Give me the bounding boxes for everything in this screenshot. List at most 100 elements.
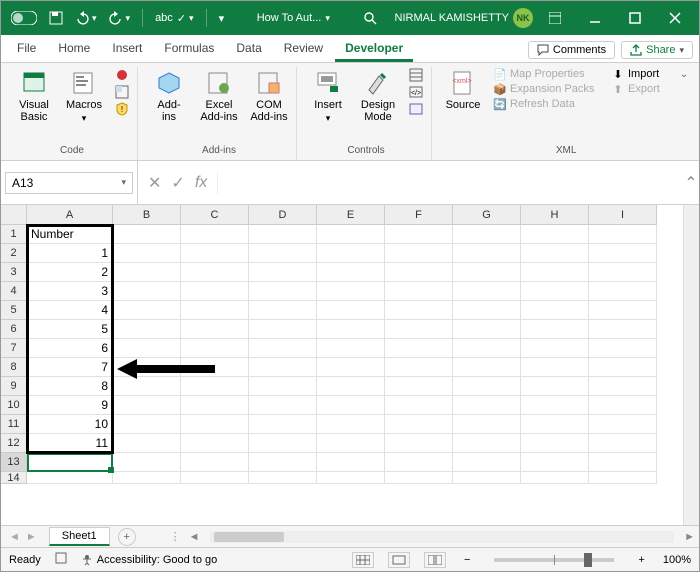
visual-basic-button[interactable]: Visual Basic	[13, 67, 55, 125]
fx-icon[interactable]: fx	[195, 174, 207, 192]
view-code-icon[interactable]: </>	[407, 84, 425, 100]
tab-review[interactable]: Review	[274, 36, 333, 62]
cell-A12[interactable]: 11	[27, 434, 113, 453]
redo-button[interactable]: ▾	[105, 9, 135, 27]
use-relative-icon[interactable]	[113, 84, 131, 100]
zoom-level[interactable]: 100%	[663, 554, 691, 566]
row-12[interactable]: 12	[1, 434, 27, 453]
col-A[interactable]: A	[27, 205, 113, 225]
close-button[interactable]	[657, 1, 693, 35]
excel-addins-button[interactable]: Excel Add-ins	[198, 67, 240, 125]
refresh-data-button[interactable]: 🔄Refresh Data	[492, 97, 602, 111]
formula-input[interactable]	[218, 165, 683, 201]
row-1[interactable]: 1	[1, 225, 27, 244]
addins-button[interactable]: Add- ins	[148, 67, 190, 125]
source-button[interactable]: <xml> Source	[442, 67, 484, 113]
row-4[interactable]: 4	[1, 282, 27, 301]
insert-controls-button[interactable]: Insert ▾	[307, 67, 349, 126]
cell-A6[interactable]: 5	[27, 320, 113, 339]
maximize-button[interactable]	[617, 1, 653, 35]
name-box[interactable]: A13 ▾	[5, 172, 133, 194]
cell-A5[interactable]: 4	[27, 301, 113, 320]
tab-data[interactable]: Data	[226, 36, 271, 62]
spellcheck-icon[interactable]: abc✓▾	[151, 10, 198, 27]
row-13[interactable]: 13	[1, 453, 27, 472]
cell-A9[interactable]: 8	[27, 377, 113, 396]
add-sheet-button[interactable]: +	[118, 528, 136, 546]
row-11[interactable]: 11	[1, 415, 27, 434]
ribbon-collapse-icon[interactable]: ⌄	[678, 67, 690, 82]
vertical-scrollbar[interactable]	[683, 205, 699, 525]
hscroll-right-icon[interactable]: ►	[680, 531, 699, 543]
macro-record-status-icon[interactable]	[55, 552, 67, 567]
row-8[interactable]: 8	[1, 358, 27, 377]
sheet-next-icon[interactable]: ►	[26, 531, 37, 543]
avatar[interactable]: NK	[513, 8, 533, 28]
comments-button[interactable]: Comments	[528, 41, 615, 59]
accept-formula-icon[interactable]: ✓	[171, 173, 184, 193]
col-E[interactable]: E	[317, 205, 385, 225]
row-2[interactable]: 2	[1, 244, 27, 263]
com-addins-button[interactable]: COM Add-ins	[248, 67, 290, 125]
row-6[interactable]: 6	[1, 320, 27, 339]
run-dialog-icon[interactable]	[407, 101, 425, 117]
cell-A10[interactable]: 9	[27, 396, 113, 415]
cancel-formula-icon[interactable]: ✕	[148, 173, 161, 193]
col-H[interactable]: H	[521, 205, 589, 225]
tab-formulas[interactable]: Formulas	[154, 36, 224, 62]
design-mode-button[interactable]: Design Mode	[357, 67, 399, 125]
macro-security-icon[interactable]: !	[113, 101, 131, 117]
tab-insert[interactable]: Insert	[102, 36, 152, 62]
sheet-tab-1[interactable]: Sheet1	[49, 527, 110, 546]
ribbon-options-icon[interactable]	[537, 1, 573, 35]
cell-A3[interactable]: 2	[27, 263, 113, 282]
tab-developer[interactable]: Developer	[335, 36, 413, 62]
row-3[interactable]: 3	[1, 263, 27, 282]
record-macro-icon[interactable]	[113, 67, 131, 83]
macros-button[interactable]: Macros ▾	[63, 67, 105, 126]
col-F[interactable]: F	[385, 205, 453, 225]
normal-view-button[interactable]	[352, 552, 374, 568]
cell-A13[interactable]	[27, 453, 113, 472]
row-9[interactable]: 9	[1, 377, 27, 396]
hscroll-left-icon[interactable]: ◄	[185, 531, 204, 543]
row-5[interactable]: 5	[1, 301, 27, 320]
select-all-triangle[interactable]	[1, 205, 27, 225]
minimize-button[interactable]	[577, 1, 613, 35]
tab-home[interactable]: Home	[48, 36, 100, 62]
row-7[interactable]: 7	[1, 339, 27, 358]
col-C[interactable]: C	[181, 205, 249, 225]
cell-A4[interactable]: 3	[27, 282, 113, 301]
sheet-prev-icon[interactable]: ◄	[9, 531, 20, 543]
cell-A8[interactable]: 7	[27, 358, 113, 377]
doc-title[interactable]: How To Aut... ▾	[257, 12, 330, 24]
cell-A2[interactable]: 1	[27, 244, 113, 263]
col-G[interactable]: G	[453, 205, 521, 225]
page-layout-view-button[interactable]	[388, 552, 410, 568]
tab-file[interactable]: File	[7, 36, 46, 62]
undo-button[interactable]: ▾	[71, 9, 101, 27]
autosave-toggle[interactable]	[7, 9, 41, 27]
properties-icon[interactable]	[407, 67, 425, 83]
export-button[interactable]: ⬆Export	[610, 82, 662, 96]
cell-A11[interactable]: 10	[27, 415, 113, 434]
col-I[interactable]: I	[589, 205, 657, 225]
share-button[interactable]: Share ▾	[621, 41, 693, 59]
search-icon[interactable]	[359, 9, 381, 27]
zoom-slider[interactable]	[494, 558, 614, 562]
qat-overflow[interactable]: ▾	[215, 10, 229, 27]
col-B[interactable]: B	[113, 205, 181, 225]
zoom-out-button[interactable]: −	[460, 554, 474, 566]
col-D[interactable]: D	[249, 205, 317, 225]
zoom-in-button[interactable]: +	[634, 554, 648, 566]
accessibility-status[interactable]: Accessibility: Good to go	[81, 554, 217, 566]
cell-A7[interactable]: 6	[27, 339, 113, 358]
row-10[interactable]: 10	[1, 396, 27, 415]
expansion-packs-button[interactable]: 📦Expansion Packs	[492, 82, 602, 96]
expand-formula-icon[interactable]: ⌃	[683, 173, 699, 193]
cell-A1[interactable]: Number	[27, 225, 113, 244]
save-icon[interactable]	[45, 9, 67, 27]
horizontal-scrollbar[interactable]	[210, 531, 675, 543]
row-14[interactable]: 14	[1, 472, 27, 484]
page-break-view-button[interactable]	[424, 552, 446, 568]
